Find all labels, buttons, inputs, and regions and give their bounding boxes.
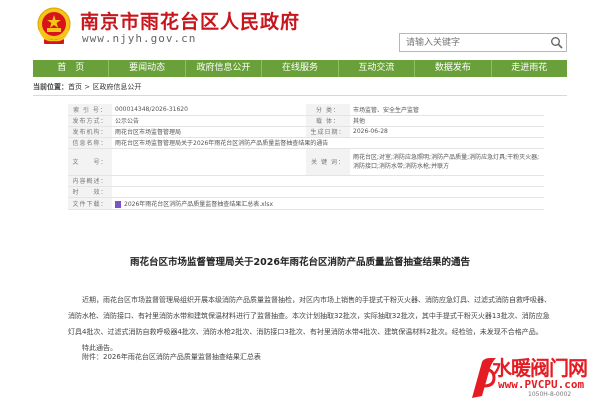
- watermark-text: 水暖阀门网: [492, 356, 588, 380]
- docno-value: [112, 148, 306, 176]
- category-label: 分 类：: [306, 104, 350, 116]
- attach-label: 文件下载：: [68, 197, 112, 210]
- summary-label: 内容概述：: [68, 175, 112, 187]
- org-value: 雨花台区市场监督管理局: [112, 126, 306, 138]
- nav-item-data-release[interactable]: 数据发布: [415, 60, 492, 77]
- index-value: 000014348/2026-31620: [112, 104, 306, 116]
- carrier-label: 载 体：: [306, 115, 350, 127]
- info-table: 索 引 号： 000014348/2026-31620 分 类： 市场监管、安全…: [68, 104, 544, 210]
- site-header: 南京市雨花台区人民政府 www.njyh.gov.cn: [0, 0, 600, 58]
- name-value: 雨花台区市场监督管理局关于2026年雨花台区消防产品质量监督抽查结果的通告: [112, 137, 544, 149]
- nav-item-interaction[interactable]: 互动交流: [339, 60, 416, 77]
- docno-label: 文 号：: [68, 148, 112, 176]
- attachment-download-link[interactable]: 2026年雨花台区消防产品质量监督抽查结果汇总表.xlsx: [124, 201, 273, 208]
- attach-cell: 2026年雨花台区消防产品质量监督抽查结果汇总表.xlsx: [112, 197, 544, 210]
- nav-item-home[interactable]: 首 页: [33, 60, 110, 77]
- national-emblem-icon: [37, 7, 71, 44]
- nav-item-gov-info[interactable]: 政府信息公开: [186, 60, 263, 77]
- watermark-url: www.PVCPU.com: [498, 378, 585, 391]
- date-label: 生成日期：: [306, 126, 350, 138]
- article-attachment-link[interactable]: 附件：2026年雨花台区消防产品质量监督抽查结果汇总表: [82, 352, 261, 362]
- breadcrumb: 当前位置：首页 > 区政府信息公开: [33, 82, 567, 96]
- nav-item-about[interactable]: 走进雨花: [492, 60, 567, 77]
- breadcrumb-gov-info-link[interactable]: 区政府信息公开: [92, 83, 141, 91]
- breadcrumb-home-link[interactable]: 首页: [68, 83, 82, 91]
- article-body: 近期，雨花台区市场监督管理局组织开展本级消防产品质量监督抽检，对区内市场上销售的…: [68, 292, 554, 356]
- summary-value: [112, 175, 544, 187]
- org-label: 发布机构：: [68, 126, 112, 138]
- file-icon: [115, 200, 121, 208]
- article-paragraph-1: 近期，雨花台区市场监督管理局组织开展本级消防产品质量监督抽检，对区内市场上销售的…: [68, 296, 551, 336]
- nav-item-news[interactable]: 要闻动态: [109, 60, 186, 77]
- site-title: 南京市雨花台区人民政府: [80, 11, 301, 33]
- breadcrumb-separator: >: [82, 83, 93, 91]
- watermark: 水暖阀门网 www.PVCPU.com 1050H-8-0002: [468, 350, 600, 404]
- watermark-tag: 1050H-8-0002: [528, 391, 572, 398]
- period-value: [112, 186, 544, 198]
- index-label: 索 引 号：: [68, 104, 112, 116]
- search-box: [399, 33, 567, 52]
- method-value: 公示公告: [112, 115, 306, 127]
- site-url: www.njyh.gov.cn: [82, 32, 197, 45]
- date-value: 2026-06-28: [350, 126, 544, 138]
- carrier-value: 其他: [350, 115, 544, 127]
- period-label: 时 效：: [68, 186, 112, 198]
- name-label: 信息名称：: [68, 137, 112, 149]
- search-input[interactable]: [400, 34, 540, 51]
- main-nav: 首 页 要闻动态 政府信息公开 在线服务 互动交流 数据发布 走进雨花: [33, 60, 567, 77]
- keywords-value: 雨花台区;对室;消防应急照明;消防产品质量;消防应急灯具;干粉灭火器;消防接口;…: [350, 148, 544, 176]
- keywords-label: 关 键 词：: [306, 148, 350, 176]
- method-label: 发布方式：: [68, 115, 112, 127]
- category-value: 市场监管、安全生产监管: [350, 104, 544, 116]
- breadcrumb-label: 当前位置：: [33, 83, 68, 91]
- article-title: 雨花台区市场监督管理局关于2026年雨花台区消防产品质量监督抽查结果的通告: [130, 257, 470, 268]
- nav-item-online-service[interactable]: 在线服务: [262, 60, 339, 77]
- search-icon[interactable]: [550, 36, 563, 49]
